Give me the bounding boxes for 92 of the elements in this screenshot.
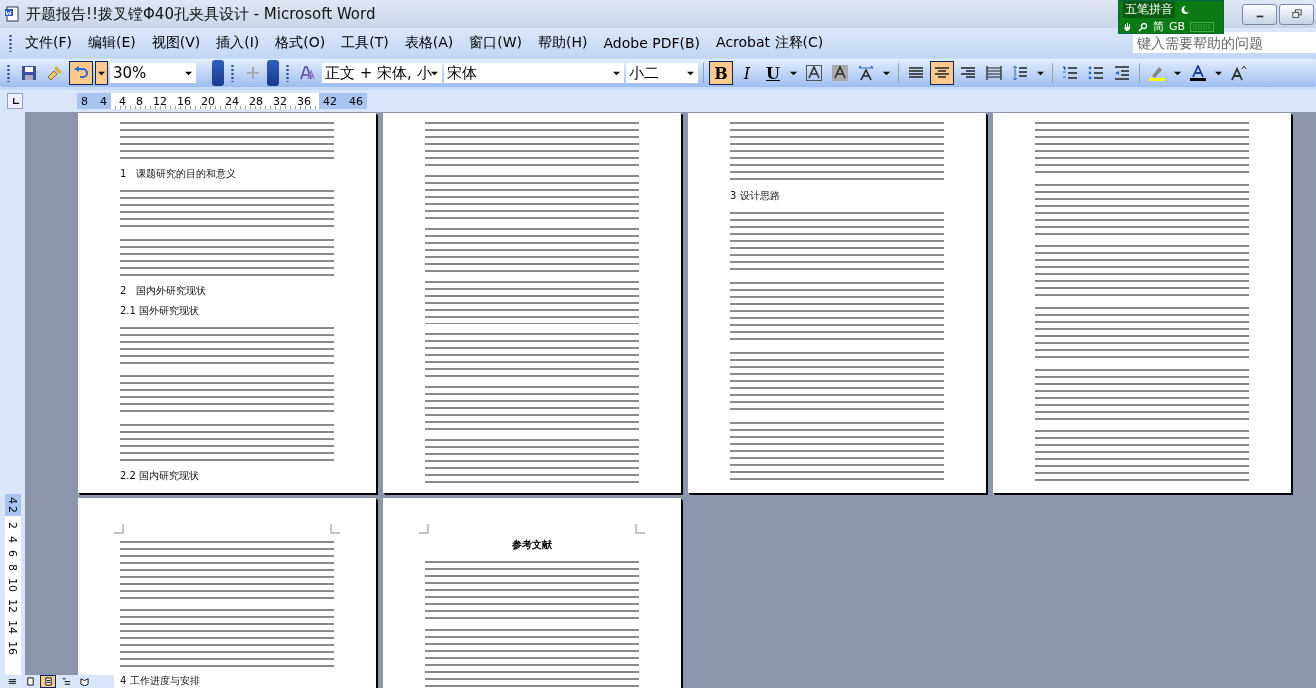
- ruler-number: 4: [119, 94, 126, 108]
- vertical-ruler[interactable]: 4 2 2 4 6 8 10 12 14 16: [0, 112, 25, 675]
- caret-icon[interactable]: [98, 69, 105, 77]
- ruler-number: 32: [273, 94, 287, 108]
- section-heading: 2 国内外研究现状: [120, 284, 208, 298]
- ruler-number: 4: [6, 497, 19, 504]
- menu-item[interactable]: Acrobat 注释(C): [708, 34, 832, 52]
- toolbar-grip[interactable]: [286, 64, 289, 82]
- underline-button[interactable]: U: [761, 61, 785, 85]
- menu-item[interactable]: 视图(V): [143, 34, 209, 52]
- menu-item[interactable]: 文件(F): [17, 34, 80, 52]
- hand-icon[interactable]: [1123, 21, 1133, 32]
- section-heading: 2.1 国外研究现状: [120, 304, 201, 318]
- toolbar-overflow-icon[interactable]: [212, 60, 224, 86]
- section-heading: 1 课题研究的目的和意义: [120, 167, 238, 182]
- caret-icon[interactable]: [431, 70, 438, 77]
- moon-icon[interactable]: [1180, 4, 1190, 15]
- ruler-number: 2: [6, 522, 19, 529]
- toolbar-grip[interactable]: [7, 64, 10, 82]
- document-page[interactable]: 3 设计思路: [688, 113, 986, 493]
- ruler-number: 46: [349, 94, 363, 108]
- help-search-field[interactable]: 键入需要帮助的问题: [1133, 32, 1316, 53]
- toolbar-overflow-icon[interactable]: [267, 60, 279, 86]
- ruler-number: 8: [6, 564, 19, 571]
- document-page[interactable]: 1 课题研究的目的和意义 2 国内外研究现状 2.1 国外研究现状 2.2 国内研究现状: [78, 113, 376, 493]
- document-page[interactable]: 4 工作进度与安排: [78, 498, 376, 688]
- margin-corner-icon: [330, 524, 340, 534]
- search-icon[interactable]: [1138, 21, 1148, 32]
- section-heading: 4 工作进度与安排: [120, 674, 201, 688]
- window-title: 开题报告!!拨叉镗Φ40孔夹具设计 - Microsoft Word: [26, 4, 376, 24]
- ruler-number: 16: [177, 94, 191, 108]
- menu-item[interactable]: 窗口(W): [461, 34, 531, 52]
- ruler-number: 10: [6, 578, 19, 592]
- charset-toggle[interactable]: GB: [1169, 20, 1186, 33]
- input-mode-toggle[interactable]: 简: [1153, 19, 1164, 34]
- toolbar-grip[interactable]: [231, 64, 234, 82]
- document-page[interactable]: [383, 113, 681, 493]
- ruler-number: 24: [225, 94, 239, 108]
- caret-icon[interactable]: [1215, 69, 1222, 77]
- menu-item[interactable]: 帮助(H): [530, 34, 596, 52]
- menu-item[interactable]: Adobe PDF(B): [595, 35, 709, 51]
- undo-icon[interactable]: [69, 61, 93, 85]
- margin-corner-icon: [635, 524, 645, 534]
- caret-icon[interactable]: [1174, 69, 1181, 77]
- menu-item[interactable]: 插入(I): [208, 34, 268, 52]
- document-page[interactable]: 参考文献: [383, 498, 681, 688]
- ruler-number: 8: [81, 94, 88, 108]
- page-heading: 参考文献: [511, 538, 553, 552]
- caret-icon[interactable]: [883, 69, 890, 77]
- menu-item[interactable]: 工具(T): [333, 34, 397, 52]
- tab-selector-icon[interactable]: [7, 93, 23, 109]
- restore-button[interactable]: [1279, 3, 1314, 25]
- section-heading: 2.2 国内研究现状: [120, 468, 201, 483]
- zoom-combo[interactable]: 30%: [110, 63, 196, 83]
- style-combo[interactable]: 正文 + 宋体, 小: [322, 63, 442, 83]
- ruler-number: 16: [6, 641, 19, 655]
- undo-dropdown[interactable]: [95, 61, 108, 85]
- align-center-icon[interactable]: [930, 61, 954, 85]
- ruler-number: 8: [136, 94, 143, 108]
- ruler-number: 2: [6, 506, 19, 513]
- horizontal-ruler[interactable]: 8 4 4 8 12 16 20 24 28 32 36 42 46: [77, 93, 367, 109]
- caret-icon[interactable]: [613, 70, 620, 77]
- caret-icon[interactable]: [687, 70, 694, 77]
- caret-icon[interactable]: [790, 69, 797, 77]
- toolbar-grip[interactable]: [9, 34, 12, 52]
- print-layout-icon[interactable]: [40, 675, 56, 688]
- margin-corner-icon: [419, 524, 429, 534]
- ruler-number: 36: [297, 94, 311, 108]
- ruler-number: 12: [153, 94, 167, 108]
- menu-item[interactable]: 格式(O): [267, 34, 334, 52]
- ruler-number: 12: [6, 599, 19, 613]
- font-combo[interactable]: 宋体: [444, 63, 624, 83]
- font-size-combo[interactable]: 小二: [626, 63, 698, 83]
- ruler-number: 6: [6, 550, 19, 557]
- margin-corner-icon: [114, 524, 124, 534]
- document-page[interactable]: [993, 113, 1291, 493]
- input-method-name[interactable]: 五笔拼音: [1123, 1, 1175, 18]
- restore-icon[interactable]: [1291, 9, 1302, 19]
- ruler-number: 14: [6, 620, 19, 634]
- ruler-number: 4: [6, 536, 19, 543]
- ruler-number: 28: [249, 94, 263, 108]
- section-heading: 3 设计思路: [730, 189, 781, 203]
- ruler-number: 42: [323, 94, 337, 108]
- ruler-number: 20: [201, 94, 215, 108]
- menu-item[interactable]: 表格(A): [396, 34, 462, 52]
- bold-button[interactable]: B: [709, 61, 733, 85]
- document-icon: [4, 6, 20, 22]
- italic-button[interactable]: I: [735, 61, 759, 85]
- caret-icon[interactable]: [185, 70, 192, 77]
- caret-icon[interactable]: [1037, 69, 1044, 77]
- ruler-number: 4: [100, 94, 107, 108]
- menu-item[interactable]: 编辑(E): [80, 34, 144, 52]
